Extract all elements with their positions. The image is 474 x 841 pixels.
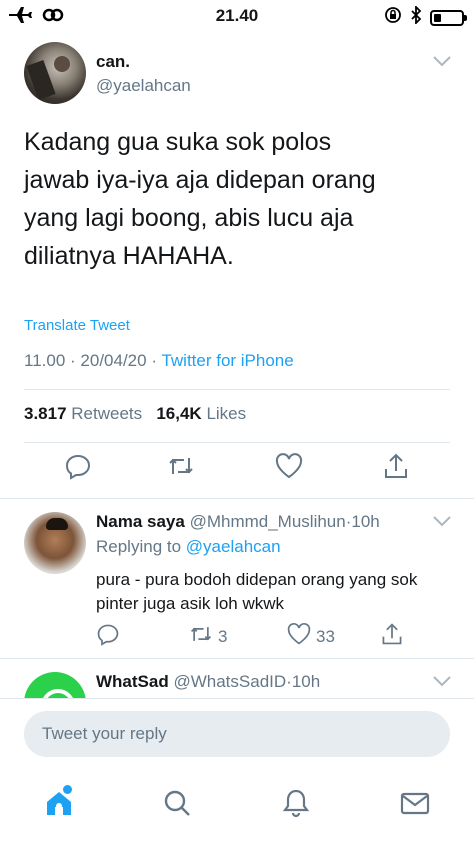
- divider: [24, 442, 450, 443]
- tweet-time: 11.00: [24, 351, 66, 370]
- divider: [0, 498, 474, 499]
- reply-author-name[interactable]: Nama saya: [96, 512, 185, 531]
- reply-actions: 3 33: [0, 622, 474, 650]
- tweet-stats: 3.817 Retweets 16,4K Likes: [24, 404, 246, 424]
- reply-author-name[interactable]: WhatSad: [96, 672, 169, 691]
- reply-time: 10h: [291, 672, 321, 691]
- lock-rotation-icon: [384, 6, 402, 29]
- divider: [24, 389, 450, 390]
- compose-bar: Tweet your reply: [0, 698, 474, 768]
- replying-to-handle[interactable]: @yaelahcan: [186, 537, 281, 556]
- tweet-actions: [0, 452, 474, 492]
- meta-separator: ·: [151, 351, 158, 370]
- retweet-button[interactable]: 3: [188, 622, 227, 651]
- reply-item[interactable]: Nama saya @Mhmmd_Muslihun·10h Replying t…: [0, 500, 474, 658]
- like-icon[interactable]: [274, 452, 304, 485]
- author-handle[interactable]: @yaelahcan: [96, 76, 191, 96]
- tab-bar: [0, 768, 474, 841]
- chevron-down-icon[interactable]: [432, 514, 452, 532]
- tweet-text-line: yang lagi boong, abis lucu aja: [24, 204, 354, 232]
- divider: [0, 658, 474, 659]
- battery-fill: [434, 13, 441, 22]
- retweet-count: 3: [218, 626, 228, 646]
- tweet-date: 20/04/20: [80, 351, 147, 370]
- messages-icon[interactable]: [400, 788, 430, 823]
- replying-to: Replying to @yaelahcan: [96, 537, 281, 557]
- retweets-stat[interactable]: 3.817 Retweets: [24, 404, 142, 423]
- retweet-icon: [188, 622, 214, 651]
- chevron-down-icon[interactable]: [432, 674, 452, 692]
- retweets-label: Retweets: [71, 404, 143, 423]
- reply-header: WhatSad @WhatsSadID·10h: [96, 672, 320, 692]
- likes-count: 16,4K: [156, 404, 202, 423]
- reply-item[interactable]: WhatSad @WhatsSadID·10h: [0, 660, 474, 698]
- share-icon[interactable]: [382, 452, 410, 485]
- retweets-count: 3.817: [24, 404, 67, 423]
- tweet-meta: 11.00 · 20/04/20 · Twitter for iPhone: [24, 351, 294, 371]
- translate-tweet-link[interactable]: Translate Tweet: [24, 317, 130, 334]
- likes-label: Likes: [206, 404, 247, 423]
- reply-time: 10h: [351, 512, 380, 531]
- replying-to-label: Replying to: [96, 537, 182, 556]
- meta-separator: ·: [70, 351, 76, 370]
- tweet-text-line: jawab iya-iya aja didepan orang: [24, 166, 376, 194]
- retweet-icon[interactable]: [166, 452, 196, 485]
- reply-author-handle[interactable]: @Mhmmd_Muslihun: [190, 512, 346, 531]
- search-icon[interactable]: [162, 788, 192, 823]
- author-name[interactable]: can.: [96, 52, 130, 72]
- avatar[interactable]: [24, 42, 86, 104]
- reply-header: Nama saya @Mhmmd_Muslihun·10h: [96, 512, 380, 532]
- tweet-text: Kadang gua suka sok polos jawab iya-iya …: [24, 123, 454, 275]
- notifications-icon[interactable]: [281, 788, 311, 823]
- avatar[interactable]: [24, 512, 86, 574]
- battery-icon: [430, 9, 467, 26]
- reply-input-placeholder: Tweet your reply: [42, 724, 167, 743]
- like-button[interactable]: 33: [286, 622, 335, 651]
- reply-icon[interactable]: [64, 452, 92, 485]
- like-icon: [286, 622, 312, 651]
- chevron-down-icon[interactable]: [432, 54, 452, 72]
- reply-author-handle[interactable]: @WhatsSadID: [173, 672, 286, 691]
- share-icon[interactable]: [380, 622, 404, 646]
- reply-text: pura - pura bodoh didepan orang yang sok…: [96, 570, 418, 613]
- likes-stat[interactable]: 16,4K Likes: [156, 404, 246, 423]
- like-count: 33: [316, 626, 335, 646]
- tweet-source-link[interactable]: Twitter for iPhone: [161, 351, 293, 370]
- tweet-text-line: Kadang gua suka sok polos: [24, 128, 332, 156]
- reply-input[interactable]: Tweet your reply: [24, 711, 450, 757]
- avatar[interactable]: [24, 672, 86, 698]
- new-content-indicator: [63, 785, 72, 794]
- status-bar: 21.40: [0, 0, 474, 32]
- status-right: [384, 4, 467, 29]
- tweet-text-line: diliatnya HAHAHA.: [24, 242, 234, 270]
- bluetooth-icon: [410, 4, 422, 29]
- reply-icon[interactable]: [96, 622, 120, 646]
